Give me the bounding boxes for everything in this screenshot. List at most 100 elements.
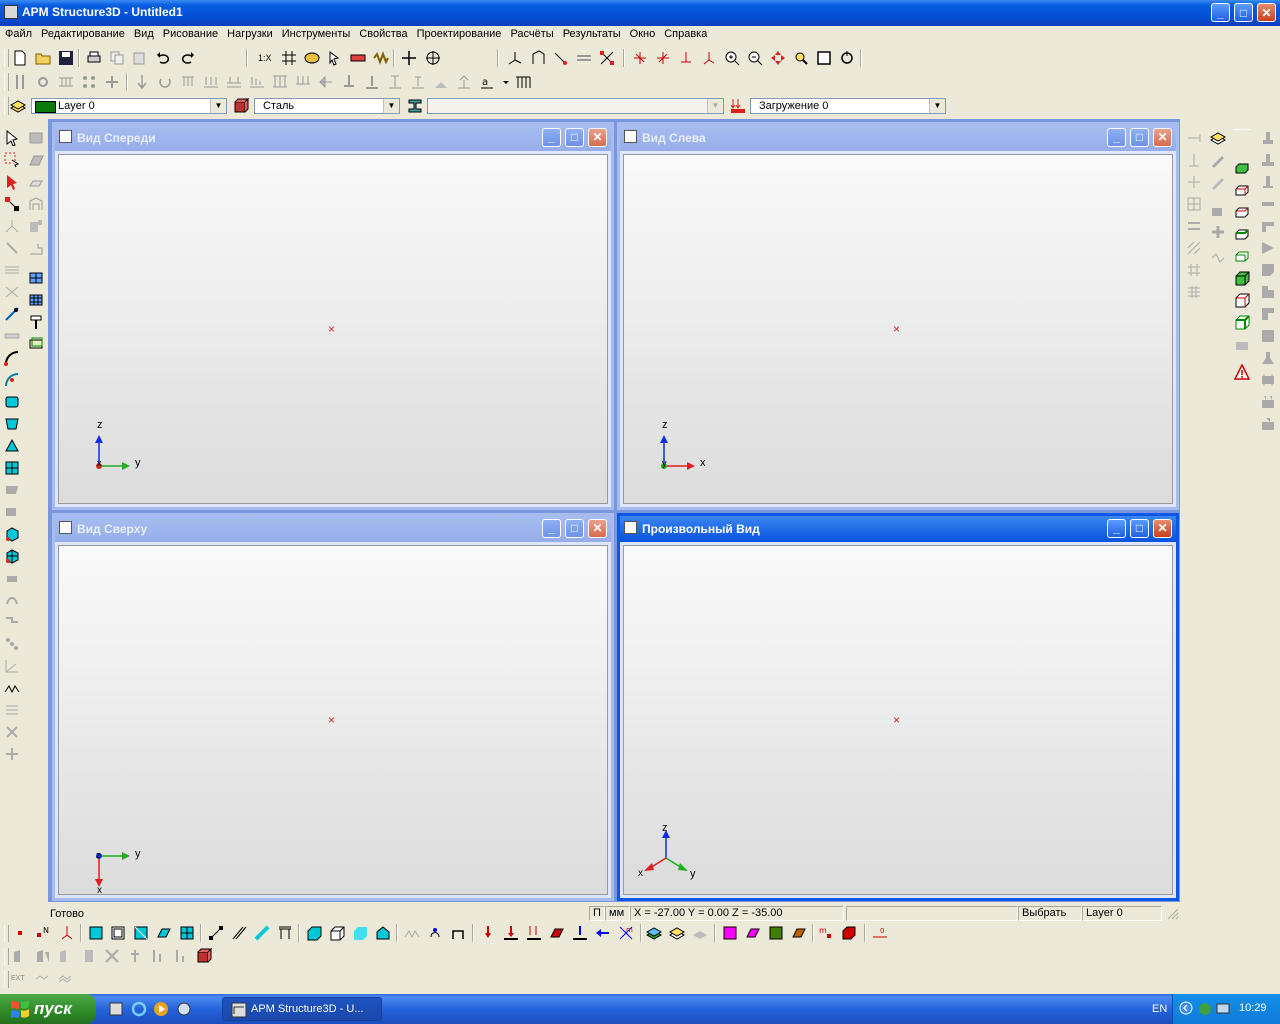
menu-loads[interactable]: Нагрузки (222, 26, 277, 40)
grey-steps-icon[interactable] (4, 614, 20, 630)
grey-cross-icon[interactable] (4, 724, 20, 740)
copy-icon[interactable] (109, 50, 125, 66)
chevron-down-icon[interactable]: ▼ (383, 99, 399, 113)
viewport-minimize-button[interactable]: _ (542, 128, 561, 147)
grey-edit7-icon[interactable] (150, 948, 166, 964)
viewport-titlebar[interactable]: Произвольный Вид _ □ ✕ (620, 516, 1176, 542)
force-bar-icon[interactable] (503, 925, 519, 941)
force-plate-icon[interactable] (572, 925, 588, 941)
grey-building-icon[interactable] (28, 196, 44, 212)
moment-icon[interactable] (157, 74, 173, 90)
color-plate-icon[interactable] (745, 925, 761, 941)
messenger-icon[interactable] (176, 1001, 192, 1017)
spring-icon[interactable] (373, 50, 389, 66)
grey-support8-icon[interactable] (1260, 284, 1276, 300)
rotate-icon[interactable] (839, 50, 855, 66)
viewport-icon[interactable] (624, 521, 637, 534)
box-green-icon[interactable] (1234, 160, 1250, 176)
plate-shade-icon[interactable] (133, 925, 149, 941)
displacement-icon[interactable] (364, 74, 380, 90)
tray-monitor-icon[interactable] (1215, 1001, 1231, 1017)
grey-edit8-icon[interactable] (173, 948, 189, 964)
load-plate-icon[interactable] (295, 74, 311, 90)
grey-support3-icon[interactable] (1260, 174, 1276, 190)
select-arrow-icon[interactable] (4, 130, 20, 146)
grey-view-front-icon[interactable] (28, 130, 44, 146)
viewport-close-button[interactable]: ✕ (588, 519, 607, 538)
start-button[interactable]: пуск (0, 994, 96, 1024)
grey-box-stack-icon[interactable] (1234, 336, 1250, 352)
grey-support1-icon[interactable] (1260, 130, 1276, 146)
grey-view-persp-icon[interactable] (28, 152, 44, 168)
viewport-left[interactable]: Вид Слева _ □ ✕ × z x y (617, 122, 1179, 510)
panel-icon[interactable] (28, 336, 44, 352)
zoom-1x-label[interactable]: 1:X (258, 53, 272, 63)
maximize-button[interactable]: □ (1234, 3, 1253, 22)
viewport-canvas[interactable]: × z y x (58, 154, 608, 504)
viewport-maximize-button[interactable]: □ (565, 519, 584, 538)
viewport-close-button[interactable]: ✕ (1153, 128, 1172, 147)
grey-view-bottom-icon[interactable] (28, 174, 44, 190)
internet-explorer-icon[interactable] (131, 1001, 147, 1017)
grey-extrude-icon[interactable] (4, 504, 20, 520)
menu-file[interactable]: Файл (0, 26, 36, 40)
force-node-icon[interactable] (480, 925, 496, 941)
grey-support2-icon[interactable] (1260, 152, 1276, 168)
zoom-all-icon[interactable] (816, 50, 832, 66)
grey-dots-icon[interactable] (4, 636, 20, 652)
grey-multi-icon[interactable] (4, 284, 20, 300)
grey-edit6-icon[interactable] (127, 948, 143, 964)
arc-red-icon[interactable] (4, 372, 20, 388)
view-iso-icon[interactable] (701, 50, 717, 66)
thermal-icon[interactable] (341, 74, 357, 90)
grey-tool2-icon[interactable] (1210, 174, 1226, 190)
grey-support6-icon[interactable] (1260, 240, 1276, 256)
solid-mesh-icon[interactable] (4, 548, 20, 564)
menu-help[interactable]: Справка (659, 26, 711, 40)
grey-join2-icon[interactable] (1186, 174, 1202, 190)
tray-chevron-icon[interactable] (1179, 1001, 1193, 1015)
load-ladder-icon[interactable] (272, 74, 288, 90)
section-color-icon[interactable] (196, 948, 212, 964)
new-file-icon[interactable] (12, 50, 28, 66)
support-icon[interactable] (318, 74, 334, 90)
media-player-icon[interactable] (153, 1001, 169, 1017)
grey-ext2-icon[interactable] (57, 971, 73, 987)
measure-icon[interactable] (4, 306, 20, 322)
zero-line-icon[interactable]: 0 (872, 925, 888, 941)
mass-icon[interactable] (456, 74, 472, 90)
solid-icon[interactable] (4, 526, 20, 542)
viewport-icon[interactable] (624, 130, 637, 143)
plate-mesh-icon[interactable] (179, 925, 195, 941)
title-bar[interactable]: APM Structure3D - Untitled1 _ □ ✕ (0, 0, 1280, 26)
viewport-titlebar[interactable]: Вид Слева _ □ ✕ (620, 125, 1176, 151)
load-beam-icon[interactable] (203, 74, 219, 90)
solid-cube-icon[interactable] (306, 925, 322, 941)
view-top-icon[interactable] (678, 50, 694, 66)
grey-node-icon[interactable] (4, 218, 20, 234)
layer-select[interactable]: Layer 0 ▼ (31, 98, 227, 114)
node-move-icon[interactable] (553, 50, 569, 66)
viewport-canvas[interactable]: × z y x (623, 545, 1173, 895)
grey-support5-icon[interactable] (1260, 218, 1276, 234)
distributed-load-icon[interactable] (180, 74, 196, 90)
grey-add-icon[interactable] (1210, 202, 1226, 218)
grey-join-icon[interactable] (4, 746, 20, 762)
menu-view[interactable]: Вид (129, 26, 158, 40)
color-magenta-icon[interactable] (722, 925, 738, 941)
menu-calculations[interactable]: Расчёты (505, 26, 557, 40)
material-icon[interactable] (233, 98, 249, 114)
dropdown-arrow-icon[interactable] (498, 74, 514, 90)
grey-add2-icon[interactable] (1210, 224, 1226, 240)
axes-icon[interactable] (507, 50, 523, 66)
quicklaunch-app-icon[interactable] (108, 1001, 124, 1017)
crosshair-icon[interactable] (401, 50, 417, 66)
chevron-down-icon[interactable]: ▼ (707, 99, 723, 113)
grey-support10-icon[interactable] (1260, 328, 1276, 344)
grey-grid3-icon[interactable] (1186, 284, 1202, 300)
plate-cyan-icon[interactable] (88, 925, 104, 941)
box-outline2-icon[interactable] (1234, 204, 1250, 220)
zoom-window-icon[interactable] (793, 50, 809, 66)
grey-ext1-icon[interactable] (34, 971, 50, 987)
zoom-in-icon[interactable] (724, 50, 740, 66)
